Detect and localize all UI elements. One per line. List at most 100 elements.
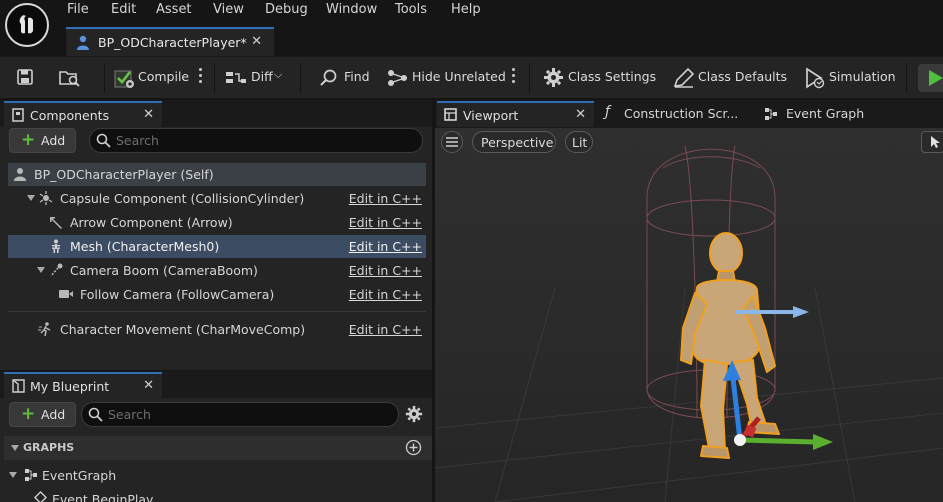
my-blueprint-search-input[interactable] [108,406,345,423]
save-icon[interactable] [16,68,34,89]
graph-icon [764,107,778,124]
find-icon[interactable] [319,68,339,91]
hide-unrelated-button[interactable]: Hide Unrelated [412,69,506,84]
class-settings-button[interactable]: Class Settings [568,69,656,84]
viewport-icon [444,108,457,124]
compile-options-icon[interactable] [199,68,203,86]
mesh-label: Mesh (CharacterMesh0) [70,239,220,254]
components-search-input[interactable] [116,132,365,149]
arrow-label: Arrow Component (Arrow) [70,215,233,230]
collapse-arrow-icon[interactable] [11,445,19,451]
perspective-button[interactable]: Perspective [472,131,556,153]
find-button[interactable]: Find [344,69,370,84]
tree-row-arrow[interactable]: Arrow Component (Arrow) Edit in C++ [8,211,426,234]
graphs-header-label: GRAPHS [23,441,75,454]
hamburger-icon [446,137,458,147]
components-title: Components [30,108,110,123]
close-my-blueprint-icon[interactable]: ✕ [143,378,154,393]
event-begin-play-item[interactable]: Event BeginPlay [30,490,330,502]
class-defaults-icon[interactable] [673,67,695,92]
my-blueprint-icon [12,379,25,396]
close-components-icon[interactable]: ✕ [143,107,154,122]
edit-in-cpp-link[interactable]: Edit in C++ [349,287,422,302]
my-blueprint-tab[interactable]: My Blueprint ✕ [4,372,162,398]
unreal-logo-icon[interactable] [5,3,49,47]
menu-edit[interactable]: Edit [111,2,136,17]
collapse-arrow-icon[interactable] [27,195,35,201]
menu-file[interactable]: File [67,2,89,17]
gear-icon[interactable] [543,67,564,91]
compile-button[interactable]: Compile [138,69,189,84]
simulation-button[interactable]: Simulation [829,69,896,84]
compile-icon[interactable] [113,67,135,92]
menu-view[interactable]: View [213,2,244,17]
tree-row-capsule[interactable]: Capsule Component (CollisionCylinder) Ed… [8,187,426,210]
menu-window[interactable]: Window [326,2,377,17]
character-movement-icon [38,322,52,337]
graph-icon [24,468,38,485]
edit-in-cpp-link[interactable]: Edit in C++ [349,263,422,278]
event-graph-item[interactable]: EventGraph [4,464,424,486]
tree-row-self[interactable]: BP_ODCharacterPlayer (Self) [8,163,426,186]
my-blueprint-title: My Blueprint [30,379,110,394]
select-mode-button[interactable] [921,131,943,153]
components-search[interactable] [89,128,423,153]
self-label: BP_ODCharacterPlayer (Self) [34,167,214,182]
play-button[interactable] [918,64,943,92]
browse-icon[interactable] [58,68,82,91]
event-graph-label: EventGraph [42,468,117,483]
my-blueprint-search[interactable] [81,402,399,427]
tree-row-mesh[interactable]: Mesh (CharacterMesh0) Edit in C++ [8,235,426,258]
chevron-down-icon[interactable]: ⌵ [274,68,282,82]
collapse-arrow-icon[interactable] [9,472,17,478]
diff-button[interactable]: Diff [251,69,273,84]
skeletal-mesh-icon [49,239,63,253]
event-begin-play-label: Event BeginPlay [52,492,154,502]
main-toolbar: Compile Diff ⌵ Find Hide Unrelated Class… [0,56,943,98]
viewport-tab[interactable]: Viewport ✕ [437,101,594,127]
edit-in-cpp-link[interactable]: Edit in C++ [349,215,422,230]
search-icon [88,407,103,425]
document-tab-title: BP_ODCharacterPlayer* [98,35,247,50]
viewport-options-button[interactable] [441,131,463,153]
capsule-icon [39,191,53,205]
components-tab[interactable]: Components ✕ [4,101,162,127]
graphs-section-header[interactable]: GRAPHS [4,436,432,460]
add-graph-icon[interactable] [405,439,422,459]
capsule-label: Capsule Component (CollisionCylinder) [60,191,305,206]
document-tab[interactable]: BP_ODCharacterPlayer* ✕ [66,27,274,56]
find-options-icon[interactable] [512,68,516,86]
menu-asset[interactable]: Asset [156,2,192,17]
plus-icon: + [21,404,36,424]
camera-icon [58,287,73,301]
close-tab-icon[interactable]: ✕ [251,34,262,49]
viewport-tab-label: Viewport [463,108,519,123]
collapse-arrow-icon[interactable] [37,267,45,273]
menu-tools[interactable]: Tools [395,2,427,17]
add-member-button[interactable]: + Add [9,402,76,427]
tree-row-camera-boom[interactable]: Camera Boom (CameraBoom) Edit in C++ [8,259,426,282]
construction-script-tab[interactable]: ƒ Construction Scr... [596,101,756,127]
play-icon [929,70,943,86]
add-component-button[interactable]: + Add [9,128,76,153]
menu-help[interactable]: Help [451,2,481,17]
spring-arm-icon [49,263,63,277]
plus-icon: + [21,130,36,150]
event-graph-tab[interactable]: Event Graph [758,101,908,127]
viewport-canvas[interactable] [435,128,943,502]
blueprint-actor-icon [76,35,90,54]
event-graph-tab-label: Event Graph [786,106,865,121]
edit-in-cpp-link[interactable]: Edit in C++ [349,322,422,337]
menu-debug[interactable]: Debug [265,2,308,17]
settings-gear-icon[interactable] [405,405,423,426]
simulation-icon[interactable] [804,67,826,92]
tree-row-character-movement[interactable]: Character Movement (CharMoveComp) Edit i… [8,318,426,341]
edit-in-cpp-link[interactable]: Edit in C++ [349,239,422,254]
class-defaults-button[interactable]: Class Defaults [698,69,787,84]
tree-row-follow-camera[interactable]: Follow Camera (FollowCamera) Edit in C++ [8,283,426,306]
lit-button[interactable]: Lit [565,131,593,153]
hide-unrelated-icon[interactable] [387,68,409,91]
diff-icon[interactable] [225,69,247,90]
edit-in-cpp-link[interactable]: Edit in C++ [349,191,422,206]
close-viewport-icon[interactable]: ✕ [575,107,586,122]
